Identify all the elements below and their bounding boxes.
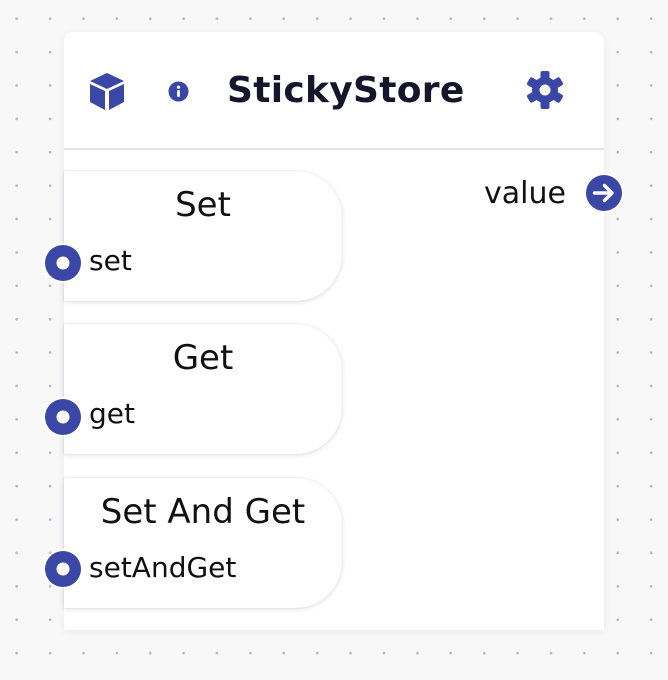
cube-icon — [90, 73, 124, 110]
output-port-value: value — [404, 172, 604, 216]
slot-set-and-get[interactable]: Set And Get setAndGet — [64, 478, 342, 608]
input-port-get-handle[interactable] — [42, 396, 84, 438]
node-header: StickyStore — [64, 32, 604, 150]
node-title: StickyStore — [227, 70, 465, 111]
slot-get[interactable]: Get get — [64, 324, 342, 454]
slot-input-label: set — [89, 244, 132, 277]
slot-title: Set And Get — [100, 492, 306, 532]
arrow-right-circle-icon[interactable] — [583, 172, 625, 214]
slot-input-label: get — [89, 397, 135, 430]
gear-icon[interactable] — [525, 70, 565, 110]
output-label: value — [484, 176, 566, 211]
input-port-set-handle[interactable] — [42, 242, 84, 284]
slot-set[interactable]: Set set — [64, 171, 342, 301]
info-icon[interactable] — [168, 81, 189, 102]
slot-input-label: setAndGet — [89, 551, 237, 584]
input-port-set-and-get-handle[interactable] — [42, 548, 84, 590]
sticky-store-node[interactable]: StickyStore value Set set Get get Set An… — [64, 32, 604, 630]
slot-title: Set — [175, 185, 231, 225]
slot-title: Get — [172, 338, 234, 378]
